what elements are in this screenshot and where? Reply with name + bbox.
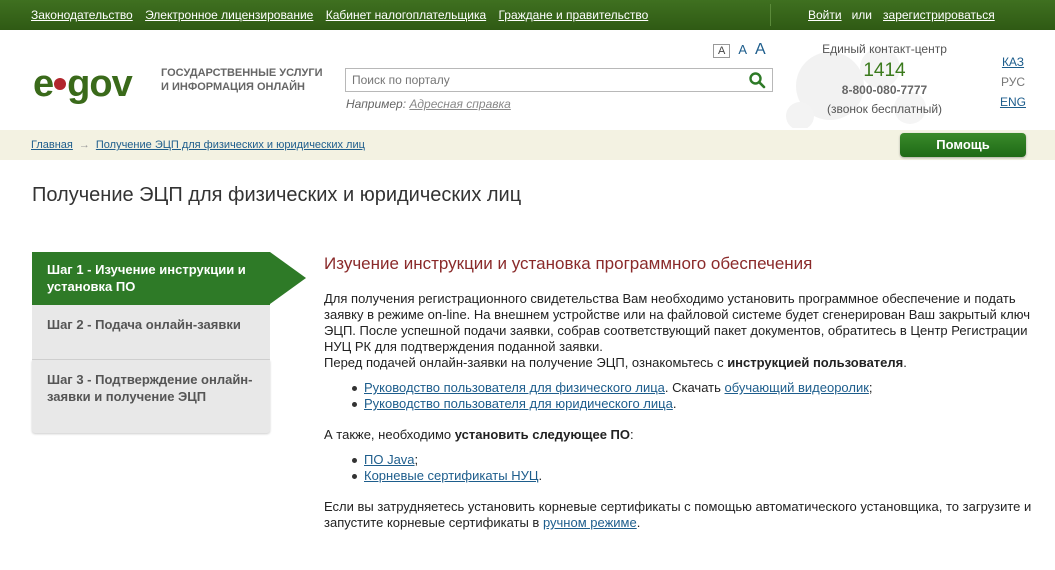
register-link[interactable]: зарегистрироваться	[883, 8, 995, 22]
breadcrumb: Главная → Получение ЭЦП для физических и ю…	[31, 139, 365, 151]
nav-link-taxpayer-cabinet[interactable]: Кабинет налогоплательщика	[326, 8, 486, 22]
step-active-arrow-icon	[270, 252, 306, 304]
breadcrumb-home-link[interactable]: Главная	[31, 139, 73, 151]
contact-short-number: 1414	[863, 60, 906, 81]
top-nav-links: Законодательство Электронное лицензирова…	[31, 8, 657, 22]
step-3-tab[interactable]: Шаг 3 - Подтверждение онлайн-заявки и по…	[32, 360, 270, 433]
logo-gov: gov	[67, 63, 133, 105]
guides-list: Руководство пользователя для физического…	[349, 380, 1034, 412]
final-post: .	[636, 515, 641, 530]
search-box	[345, 68, 773, 92]
lang-eng-link[interactable]: ENG	[1000, 95, 1026, 109]
logo-tagline-line1: ГОСУДАРСТВЕННЫЕ УСЛУГИ	[161, 67, 323, 79]
auth-links: Войти или зарегистрироваться	[808, 8, 995, 22]
logo-tagline-line2: И ИНФОРМАЦИЯ ОНЛАЙН	[161, 81, 305, 93]
search-example-label: Например:	[346, 97, 407, 111]
page-title: Получение ЭЦП для физических и юридическ…	[32, 184, 522, 206]
nav-link-e-licensing[interactable]: Электронное лицензирование	[145, 8, 313, 22]
font-size-switcher: AAA	[713, 41, 774, 59]
guide-physical-link[interactable]: Руководство пользователя для физического…	[364, 380, 665, 395]
also-post: :	[630, 427, 634, 442]
download-text: . Скачать	[664, 380, 725, 395]
step-1-tab[interactable]: Шаг 1 - Изучение инструкции и установка …	[32, 252, 306, 305]
content-para2-post: .	[903, 355, 907, 370]
egov-logo[interactable]: e gov	[33, 63, 133, 106]
root-certs-link[interactable]: Корневые сертификаты НУЦ	[364, 468, 538, 483]
contact-phone: 8-800-080-7777	[841, 83, 928, 97]
contact-title: Единый контакт-центр	[822, 42, 947, 56]
java-link[interactable]: ПО Java	[364, 452, 415, 467]
logo-e: e	[33, 63, 54, 105]
software-list: ПО Java; Корневые сертификаты НУЦ.	[349, 452, 1034, 484]
steps-sidebar: Шаг 1 - Изучение инструкции и установка …	[32, 252, 306, 433]
list-period: .	[672, 396, 677, 411]
content-heading: Изучение инструкции и установка программ…	[324, 254, 813, 273]
login-link[interactable]: Войти	[808, 8, 842, 22]
content-para2-pre: Перед подачей онлайн-заявки на получение…	[324, 355, 728, 370]
content-para1: Для получения регистрационного свидетель…	[324, 291, 1030, 354]
step-2-tab[interactable]: Шаг 2 - Подача онлайн-заявки	[32, 305, 270, 360]
breadcrumb-arrow-icon: →	[78, 139, 90, 151]
site-header: e gov ГОСУДАРСТВЕННЫЕ УСЛУГИ И ИНФОРМАЦИЯ…	[0, 30, 1055, 130]
content-para2-bold: инструкцией пользователя	[727, 355, 904, 370]
content-manual-paragraph: Если вы затрудняетесь установить корневы…	[324, 499, 1034, 531]
list-item: Руководство пользователя для юридическог…	[349, 396, 1034, 412]
breadcrumb-current-link[interactable]: Получение ЭЦП для физических и юридическ…	[96, 139, 365, 151]
nav-link-citizens-government[interactable]: Граждане и правительство	[498, 8, 648, 22]
search-input[interactable]	[346, 69, 742, 91]
contact-free-note: (звонок бесплатный)	[826, 102, 943, 116]
manual-mode-link[interactable]: ручном режиме	[543, 515, 637, 530]
guide-legal-link[interactable]: Руководство пользователя для юридическог…	[364, 396, 673, 411]
list-period: .	[538, 468, 543, 483]
video-tutorial-link[interactable]: обучающий видеоролик	[725, 380, 869, 395]
step-1-label: Шаг 1 - Изучение инструкции и установка …	[47, 262, 246, 294]
auth-or-text: или	[851, 8, 873, 22]
content-software-paragraph: А также, необходимо установить следующее…	[324, 427, 1034, 443]
step-3-label: Шаг 3 - Подтверждение онлайн-заявки и по…	[47, 372, 253, 404]
list-item: Руководство пользователя для физического…	[349, 380, 1034, 396]
list-item: ПО Java;	[349, 452, 1034, 468]
breadcrumb-bar: Главная → Получение ЭЦП для физических и ю…	[0, 130, 1055, 160]
also-pre: А также, необходимо	[324, 427, 455, 442]
logo-dot-icon	[54, 78, 67, 90]
search-icon[interactable]	[748, 71, 766, 89]
language-switcher: КАЗ РУС ENG	[998, 52, 1028, 112]
help-button[interactable]: Помощь	[900, 133, 1026, 157]
search-example-link[interactable]: Адресная справка	[409, 97, 510, 111]
font-size-large-button[interactable]: A	[755, 41, 766, 59]
also-bold: установить следующее ПО	[454, 427, 631, 442]
content-intro-paragraph: Для получения регистрационного свидетель…	[324, 291, 1034, 371]
top-navigation-bar: Законодательство Электронное лицензирова…	[0, 0, 1055, 30]
search-example: Например: Адресная справка	[346, 97, 511, 111]
final-pre: Если вы затрудняетесь установить корневы…	[324, 499, 1032, 530]
font-size-small-button[interactable]: A	[713, 44, 731, 58]
font-size-medium-button[interactable]: A	[738, 42, 747, 57]
nav-link-legislation[interactable]: Законодательство	[31, 8, 133, 22]
contact-center: Единый контакт-центр 1414 8-800-080-7777…	[812, 42, 957, 116]
step-2-label: Шаг 2 - Подача онлайн-заявки	[47, 317, 241, 332]
topbar-divider	[770, 4, 771, 26]
logo-tagline: ГОСУДАРСТВЕННЫЕ УСЛУГИ И ИНФОРМАЦИЯ ОНЛА…	[161, 66, 323, 94]
list-semicolon: ;	[414, 452, 419, 467]
list-item: Корневые сертификаты НУЦ.	[349, 468, 1034, 484]
lang-rus-current: РУС	[1000, 75, 1026, 89]
lang-kaz-link[interactable]: КАЗ	[1002, 55, 1024, 69]
list-semicolon: ;	[868, 380, 873, 395]
step-content: Изучение инструкции и установка программ…	[324, 252, 1034, 531]
